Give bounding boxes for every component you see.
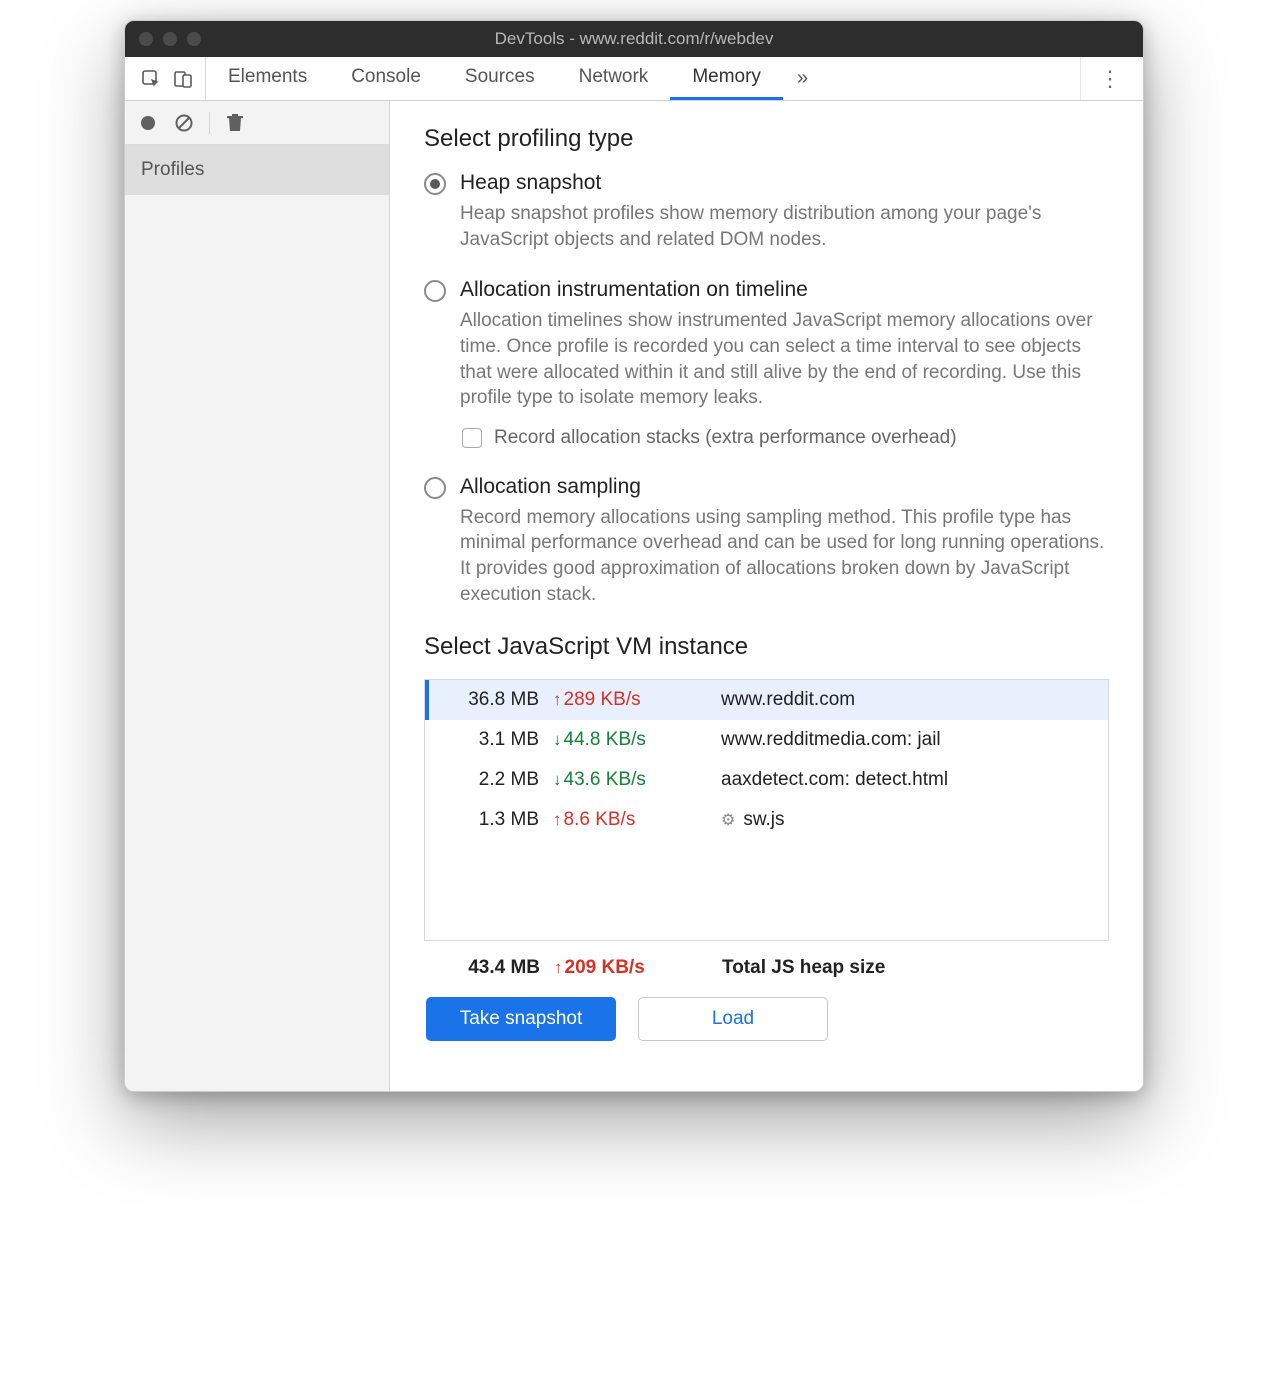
option-heap-snapshot[interactable]: Heap snapshot Heap snapshot profiles sho… [424,171,1109,252]
option-allocation-timeline[interactable]: Allocation instrumentation on timeline A… [424,278,1109,449]
vm-instance-list: 36.8 MB ↑289 KB/s www.reddit.com 3.1 MB … [424,679,1109,941]
checkbox-record-stacks[interactable] [462,428,482,448]
vm-rate: ↑8.6 KB/s [553,809,703,831]
sidebar-toolbar [125,101,389,145]
radio-allocation-sampling[interactable] [424,477,446,499]
vm-row[interactable]: 3.1 MB ↓44.8 KB/s www.redditmedia.com: j… [425,720,1108,760]
record-icon[interactable] [137,112,159,134]
delete-icon[interactable] [224,112,246,134]
gear-icon: ⚙ [721,810,735,830]
arrow-up-icon: ↑ [553,810,562,830]
arrow-down-icon: ↓ [553,730,562,750]
toolbar-separator [209,112,210,134]
tab-sources[interactable]: Sources [443,57,557,100]
tab-network[interactable]: Network [557,57,671,100]
vm-rate: ↑289 KB/s [553,689,703,711]
arrow-down-icon: ↓ [553,770,562,790]
option-allocation-sampling[interactable]: Allocation sampling Record memory alloca… [424,475,1109,608]
arrow-up-icon: ↑ [553,690,562,710]
devtools-window: DevTools - www.reddit.com/r/webdev Eleme… [124,20,1144,1092]
vm-name: ⚙sw.js [703,809,785,831]
vm-rate: ↓43.6 KB/s [553,769,703,791]
vm-list-spacer [425,840,1108,940]
total-rate: ↑209 KB/s [554,957,704,979]
vm-name: www.redditmedia.com: jail [703,729,941,751]
vm-size: 36.8 MB [433,689,553,711]
radio-allocation-timeline[interactable] [424,280,446,302]
vm-size: 1.3 MB [433,809,553,831]
load-button[interactable]: Load [638,997,828,1041]
panel-tabs: Elements Console Sources Network Memory … [206,57,822,100]
option-title: Heap snapshot [460,171,1109,195]
device-toolbar-icon[interactable] [173,69,193,89]
sidebar: Profiles [125,101,390,1091]
option-desc: Record memory allocations using sampling… [460,505,1109,608]
titlebar: DevTools - www.reddit.com/r/webdev [125,21,1143,57]
arrow-up-icon: ↑ [554,958,563,978]
action-buttons: Take snapshot Load [424,997,1109,1041]
option-desc: Heap snapshot profiles show memory distr… [460,201,1109,252]
clear-icon[interactable] [173,112,195,134]
vm-size: 2.2 MB [433,769,553,791]
total-row: 43.4 MB ↑209 KB/s Total JS heap size [424,941,1109,997]
tabs-overflow-icon[interactable]: » [783,67,822,90]
option-desc: Allocation timelines show instrumented J… [460,308,1109,411]
vm-row[interactable]: 36.8 MB ↑289 KB/s www.reddit.com [425,680,1108,720]
vm-rate: ↓44.8 KB/s [553,729,703,751]
tab-memory[interactable]: Memory [670,57,783,100]
sidebar-section-profiles[interactable]: Profiles [125,145,389,195]
heading-vm-instance: Select JavaScript VM instance [424,633,1109,661]
vm-name: aaxdetect.com: detect.html [703,769,948,791]
checkbox-label: Record allocation stacks (extra performa… [494,427,957,449]
vm-size: 3.1 MB [433,729,553,751]
window-title: DevTools - www.reddit.com/r/webdev [125,29,1143,49]
vm-name: www.reddit.com [703,689,855,711]
tab-elements[interactable]: Elements [206,57,329,100]
total-size: 43.4 MB [434,957,554,979]
take-snapshot-button[interactable]: Take snapshot [426,997,616,1041]
radio-heap-snapshot[interactable] [424,173,446,195]
option-title: Allocation sampling [460,475,1109,499]
checkbox-record-stacks-row[interactable]: Record allocation stacks (extra performa… [462,427,1109,449]
main-panel: Select profiling type Heap snapshot Heap… [390,101,1143,1091]
option-title: Allocation instrumentation on timeline [460,278,1109,302]
heading-profiling-type: Select profiling type [424,125,1109,153]
panel-tabs-row: Elements Console Sources Network Memory … [125,57,1143,101]
total-label: Total JS heap size [704,957,885,979]
vm-row[interactable]: 2.2 MB ↓43.6 KB/s aaxdetect.com: detect.… [425,760,1108,800]
inspect-element-icon[interactable] [141,69,161,89]
tab-console[interactable]: Console [329,57,443,100]
vm-row[interactable]: 1.3 MB ↑8.6 KB/s ⚙sw.js [425,800,1108,840]
kebab-menu-icon[interactable]: ⋮ [1080,57,1139,100]
